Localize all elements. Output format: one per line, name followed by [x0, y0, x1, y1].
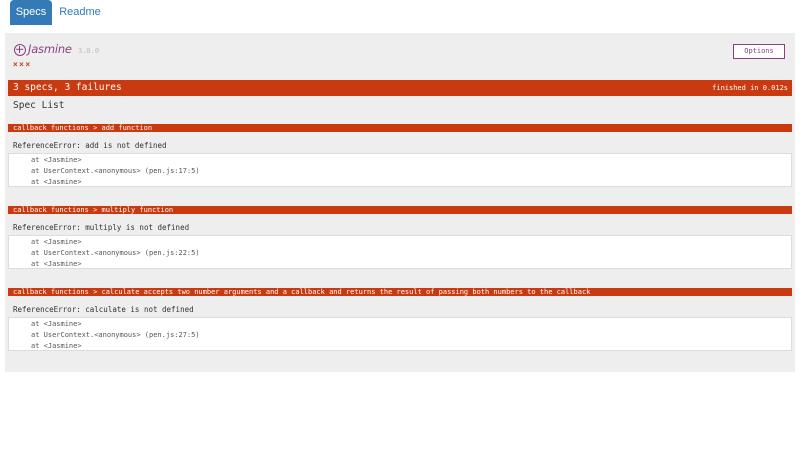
stack-line: at <Jasmine> [31, 178, 82, 186]
failed-spec: callback functions > add function Refere… [8, 124, 792, 187]
spec-status-markers: ××× [13, 60, 32, 69]
duration-text: finished in 0.012s [712, 84, 788, 92]
stack-line: at UserContext.<anonymous> (pen.js:27:5) [31, 331, 200, 339]
stack-line: at UserContext.<anonymous> (pen.js:22:5) [31, 249, 200, 257]
failed-spec: callback functions > calculate accepts t… [8, 288, 792, 351]
jasmine-reporter: Jasmine 3.0.0 ××× Options 3 specs, 3 fai… [5, 33, 795, 372]
options-button[interactable]: Options [733, 44, 785, 59]
failure-message: ReferenceError: calculate is not defined [13, 305, 194, 314]
stack-trace: at <Jasmine> at UserContext.<anonymous> … [8, 317, 792, 351]
spec-list-title: Spec List [13, 100, 65, 111]
stack-line: at <Jasmine> [31, 238, 82, 246]
failed-spec-title[interactable]: callback functions > multiply function [8, 206, 792, 214]
summary-bar: 3 specs, 3 failures finished in 0.012s [8, 80, 792, 96]
tab-specs[interactable]: Specs [10, 0, 52, 25]
failed-spec-title[interactable]: callback functions > calculate accepts t… [8, 288, 792, 296]
stack-line: at <Jasmine> [31, 320, 82, 328]
jasmine-logo-icon [14, 44, 26, 56]
stack-trace: at <Jasmine> at UserContext.<anonymous> … [8, 235, 792, 269]
stack-line: at <Jasmine> [31, 156, 82, 164]
tab-readme[interactable]: Readme [56, 0, 104, 25]
stack-line: at <Jasmine> [31, 342, 82, 350]
failure-message: ReferenceError: add is not defined [13, 141, 167, 150]
jasmine-version: 3.0.0 [78, 47, 100, 55]
jasmine-brand: Jasmine [28, 42, 72, 56]
failure-message: ReferenceError: multiply is not defined [13, 223, 190, 232]
stack-line: at UserContext.<anonymous> (pen.js:17:5) [31, 167, 200, 175]
summary-text[interactable]: 3 specs, 3 failures [13, 82, 122, 93]
failed-spec-title[interactable]: callback functions > add function [8, 124, 792, 132]
failed-spec: callback functions > multiply function R… [8, 206, 792, 269]
stack-line: at <Jasmine> [31, 260, 82, 268]
stack-trace: at <Jasmine> at UserContext.<anonymous> … [8, 153, 792, 187]
